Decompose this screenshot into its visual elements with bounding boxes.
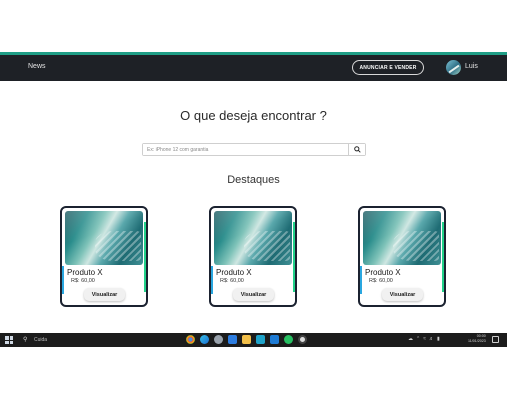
taskbar-search-text[interactable]: Cuida: [34, 337, 47, 343]
photos-icon[interactable]: [256, 335, 265, 344]
system-tray[interactable]: ☁ ⌃ ≈ ♬ ▮: [408, 336, 440, 342]
view-button[interactable]: Visualizar: [233, 288, 274, 301]
settings-icon[interactable]: [214, 335, 223, 344]
notification-icon[interactable]: [492, 336, 499, 343]
volume-icon[interactable]: ♬: [429, 336, 434, 342]
obs-icon[interactable]: [298, 335, 307, 344]
sell-button[interactable]: ANUNCIAR E VENDER: [352, 60, 424, 75]
product-price: R$: 60,00: [369, 278, 393, 284]
clock-date: 11/01/2023: [468, 339, 486, 343]
taskbar: ⚲ Cuida ☁ ⌃ ≈ ♬ ▮ 00:00 11/01/2023: [0, 333, 507, 347]
product-card[interactable]: Produto X R$: 60,00 Visualizar: [209, 206, 297, 307]
windows-start-icon[interactable]: [5, 336, 13, 344]
chevron-up-icon[interactable]: ⌃: [416, 336, 420, 342]
cloud-icon[interactable]: ☁: [408, 336, 413, 342]
browser-page: News ANUNCIAR E VENDER Luis O que deseja…: [0, 0, 507, 400]
view-button[interactable]: Visualizar: [84, 288, 125, 301]
edge-icon[interactable]: [200, 335, 209, 344]
user-name[interactable]: Luis: [465, 63, 478, 70]
product-image: [214, 211, 292, 265]
taskbar-search-icon[interactable]: ⚲: [23, 336, 27, 343]
vscode-icon[interactable]: [270, 335, 279, 344]
product-image: [65, 211, 143, 265]
taskbar-clock[interactable]: 00:00 11/01/2023: [468, 334, 486, 344]
nav-link-news[interactable]: News: [28, 63, 46, 70]
product-name: Produto X: [67, 268, 103, 277]
whatsapp-icon[interactable]: [284, 335, 293, 344]
file-explorer-icon[interactable]: [242, 335, 251, 344]
view-button[interactable]: Visualizar: [382, 288, 423, 301]
search-icon: [353, 146, 361, 153]
search-bar: [142, 143, 366, 156]
avatar[interactable]: [446, 60, 461, 75]
store-icon[interactable]: [228, 335, 237, 344]
search-button[interactable]: [348, 144, 365, 155]
page-title: O que deseja encontrar ?: [180, 108, 327, 123]
product-card[interactable]: Produto X R$: 60,00 Visualizar: [358, 206, 446, 307]
product-card[interactable]: Produto X R$: 60,00 Visualizar: [60, 206, 148, 307]
navbar: News ANUNCIAR E VENDER Luis: [0, 55, 507, 81]
search-input[interactable]: [143, 144, 348, 155]
product-name: Produto X: [365, 268, 401, 277]
battery-icon[interactable]: ▮: [437, 336, 440, 342]
wifi-icon[interactable]: ≈: [423, 336, 426, 342]
section-title: Destaques: [227, 174, 280, 186]
product-price: R$: 60,00: [220, 278, 244, 284]
product-image: [363, 211, 441, 265]
taskbar-apps: [186, 335, 307, 344]
product-price: R$: 60,00: [71, 278, 95, 284]
chrome-icon[interactable]: [186, 335, 195, 344]
product-name: Produto X: [216, 268, 252, 277]
